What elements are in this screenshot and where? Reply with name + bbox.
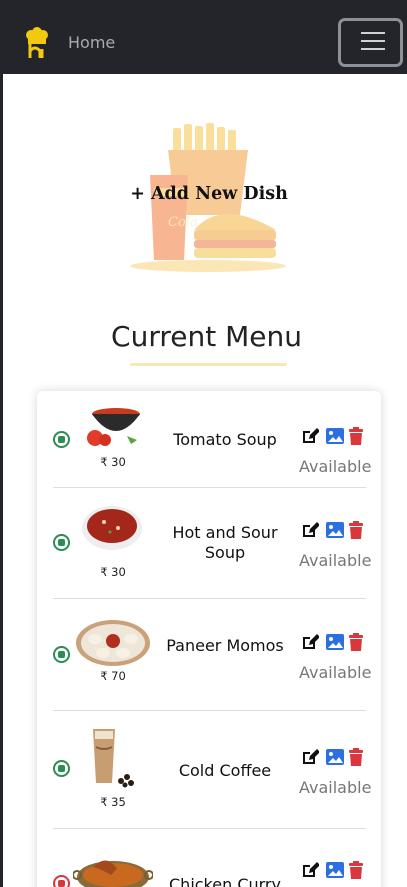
item-name: Cold Coffee xyxy=(178,761,272,780)
item-name: Paneer Momos xyxy=(166,636,284,655)
add-new-dish-button[interactable]: + Add New Dish xyxy=(121,184,297,204)
edit-icon[interactable] xyxy=(301,427,319,445)
item-status: Available xyxy=(299,778,372,797)
item-price: ₹ 70 xyxy=(100,669,126,683)
veg-indicator-icon xyxy=(53,431,70,448)
chicken-curry-image xyxy=(73,860,153,887)
item-status: Available xyxy=(299,457,372,476)
item-actions xyxy=(301,861,371,881)
image-icon[interactable] xyxy=(326,427,344,445)
app-page: Home Cola + Add New Dish Current Menu ₹ … xyxy=(0,0,407,887)
current-menu-title: Current Menu xyxy=(111,320,302,353)
chef-hat-logo-icon[interactable] xyxy=(22,27,50,61)
nav-home-link[interactable]: Home xyxy=(68,33,115,52)
non-veg-indicator-icon xyxy=(53,875,70,887)
delete-icon[interactable] xyxy=(347,521,365,539)
item-price: ₹ 30 xyxy=(100,565,126,579)
image-icon[interactable] xyxy=(326,521,344,539)
item-status: Available xyxy=(299,551,372,570)
veg-indicator-icon xyxy=(53,534,70,551)
image-icon[interactable] xyxy=(326,633,344,651)
edit-icon[interactable] xyxy=(301,521,319,539)
item-name: Hot and Sour Soup xyxy=(172,523,278,562)
image-icon[interactable] xyxy=(326,861,344,879)
menu-card: ₹ 30 Tomato Soup Available ₹ 30 Hot and … xyxy=(37,391,381,887)
edit-icon[interactable] xyxy=(301,633,319,651)
divider xyxy=(53,828,366,829)
item-name: Chicken Curry xyxy=(169,875,281,887)
menu-item-chicken-curry: Chicken Curry xyxy=(53,843,366,887)
delete-icon[interactable] xyxy=(347,748,365,766)
delete-icon[interactable] xyxy=(347,633,365,651)
edit-icon[interactable] xyxy=(301,861,319,879)
paneer-momos-image xyxy=(76,620,150,666)
item-price: ₹ 35 xyxy=(100,795,126,809)
item-actions xyxy=(301,748,371,768)
item-actions xyxy=(301,427,371,447)
hamburger-line xyxy=(361,40,385,42)
cup-text: Cola xyxy=(168,215,198,230)
veg-indicator-icon xyxy=(53,646,70,663)
hot-and-sour-soup-image xyxy=(82,506,142,550)
title-underline xyxy=(130,363,287,366)
menu-toggle-button[interactable] xyxy=(338,18,403,67)
navbar: Home xyxy=(3,0,407,74)
delete-icon[interactable] xyxy=(347,427,365,445)
cold-coffee-image xyxy=(93,729,134,788)
hamburger-icon xyxy=(361,32,385,34)
veg-indicator-icon xyxy=(53,760,70,777)
delete-icon[interactable] xyxy=(347,861,365,879)
menu-item-paneer-momos: ₹ 70 Paneer Momos Available xyxy=(53,613,372,709)
menu-item-cold-coffee: ₹ 35 Cold Coffee Available xyxy=(53,725,372,825)
item-actions xyxy=(301,521,371,541)
edit-icon[interactable] xyxy=(301,748,319,766)
image-icon[interactable] xyxy=(326,748,344,766)
item-status: Available xyxy=(299,663,372,682)
divider xyxy=(53,598,366,599)
tomato-soup-image xyxy=(87,408,140,446)
menu-item-hot-and-sour-soup: ₹ 30 Hot and Sour Soup Available xyxy=(53,501,372,597)
item-price: ₹ 30 xyxy=(100,455,126,469)
hamburger-line xyxy=(361,48,385,50)
item-actions xyxy=(301,633,371,653)
divider xyxy=(53,487,366,488)
divider xyxy=(53,710,366,711)
menu-item-tomato-soup: ₹ 30 Tomato Soup Available xyxy=(53,401,372,487)
item-name: Tomato Soup xyxy=(173,430,277,449)
